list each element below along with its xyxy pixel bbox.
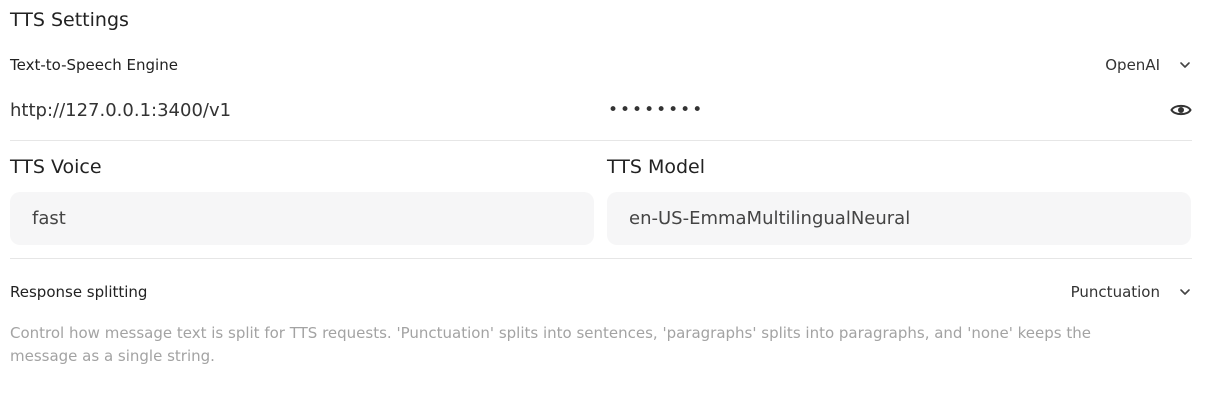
api-key-input[interactable]: •••••••• [608, 100, 704, 120]
tts-engine-label: Text-to-Speech Engine [10, 56, 178, 74]
response-splitting-help-text: Control how message text is split for TT… [10, 324, 1091, 365]
tts-voice-value: fast [32, 208, 66, 229]
chevron-down-icon [1180, 289, 1190, 295]
tts-model-label: TTS Model [607, 156, 706, 178]
tts-model-value: en-US-EmmaMultilingualNeural [629, 208, 911, 229]
tts-engine-value: OpenAI [1105, 56, 1160, 74]
eye-icon[interactable] [1170, 102, 1192, 118]
response-splitting-value: Punctuation [1070, 283, 1160, 301]
openai-credentials-row: •••••••• [10, 96, 1192, 124]
tts-model-input[interactable]: en-US-EmmaMultilingualNeural [607, 192, 1191, 245]
tts-voice-input[interactable]: fast [10, 192, 594, 245]
response-splitting-select[interactable]: Punctuation [1071, 283, 1192, 301]
response-splitting-label: Response splitting [10, 283, 148, 301]
tts-engine-select[interactable]: OpenAI [1105, 56, 1192, 74]
divider [10, 258, 1192, 259]
api-base-url-input[interactable] [10, 99, 608, 121]
section-title: TTS Settings [10, 9, 129, 31]
response-splitting-row: Response splitting Punctuation [10, 280, 1192, 304]
chevron-down-icon [1180, 62, 1190, 68]
api-key-field: •••••••• [608, 100, 1192, 120]
tts-voice-label: TTS Voice [10, 156, 102, 178]
tts-engine-row: Text-to-Speech Engine OpenAI [10, 53, 1192, 77]
tts-settings-panel: TTS Settings Text-to-Speech Engine OpenA… [0, 0, 1209, 415]
divider [10, 140, 1192, 141]
